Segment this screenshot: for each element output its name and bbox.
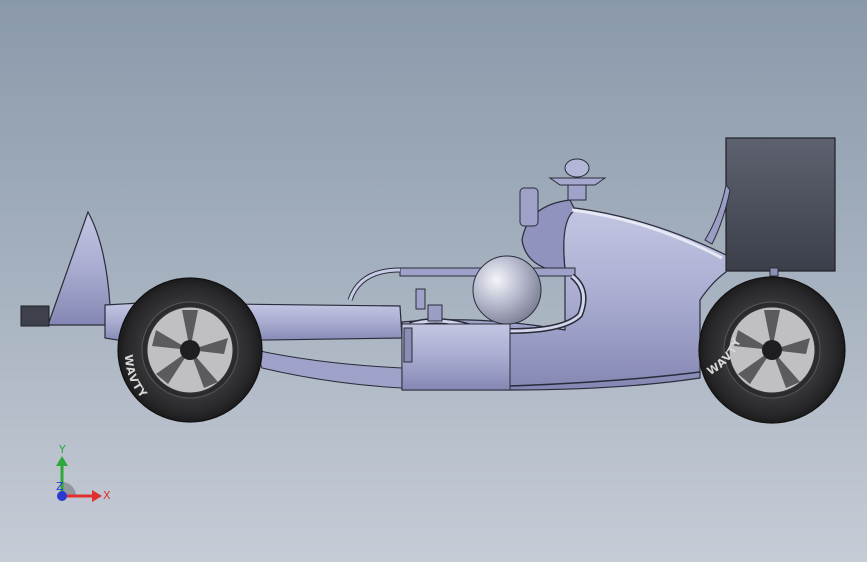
rear-wing-mount	[769, 267, 779, 277]
steering-wheel[interactable]	[427, 304, 443, 322]
triad-x-label: X	[103, 489, 111, 502]
front-wheel[interactable]: WAVTY	[117, 277, 263, 423]
roll-hoop[interactable]	[548, 177, 607, 186]
fuel-tank-sphere[interactable]	[472, 255, 542, 325]
reference-triad: Y X Z	[56, 443, 111, 502]
steering-column	[415, 288, 426, 310]
triad-y-label: Y	[58, 443, 66, 456]
graphics-viewport[interactable]: WAVTY WAVTY	[0, 0, 867, 562]
triad-z-label: Z	[56, 480, 64, 493]
rear-hub	[762, 340, 782, 360]
front-wing-plane[interactable]	[20, 305, 50, 327]
air-intake[interactable]	[519, 187, 539, 227]
driver-helmet-top	[564, 158, 590, 178]
side-impact-tube-inner	[348, 268, 401, 301]
rear-wing[interactable]	[725, 137, 836, 272]
driver-neck	[567, 184, 587, 201]
bulkhead-slot	[403, 327, 413, 363]
triad-x-arrow	[92, 490, 102, 502]
triad-y-arrow	[56, 456, 68, 466]
front-hub	[180, 340, 200, 360]
car-lower-floor	[254, 349, 403, 389]
f1-car-model[interactable]: WAVTY WAVTY	[20, 137, 846, 424]
bulkhead-panel	[401, 323, 511, 391]
rear-wheel[interactable]: WAVTY	[698, 276, 846, 424]
front-wing-endplate[interactable]	[47, 210, 111, 326]
